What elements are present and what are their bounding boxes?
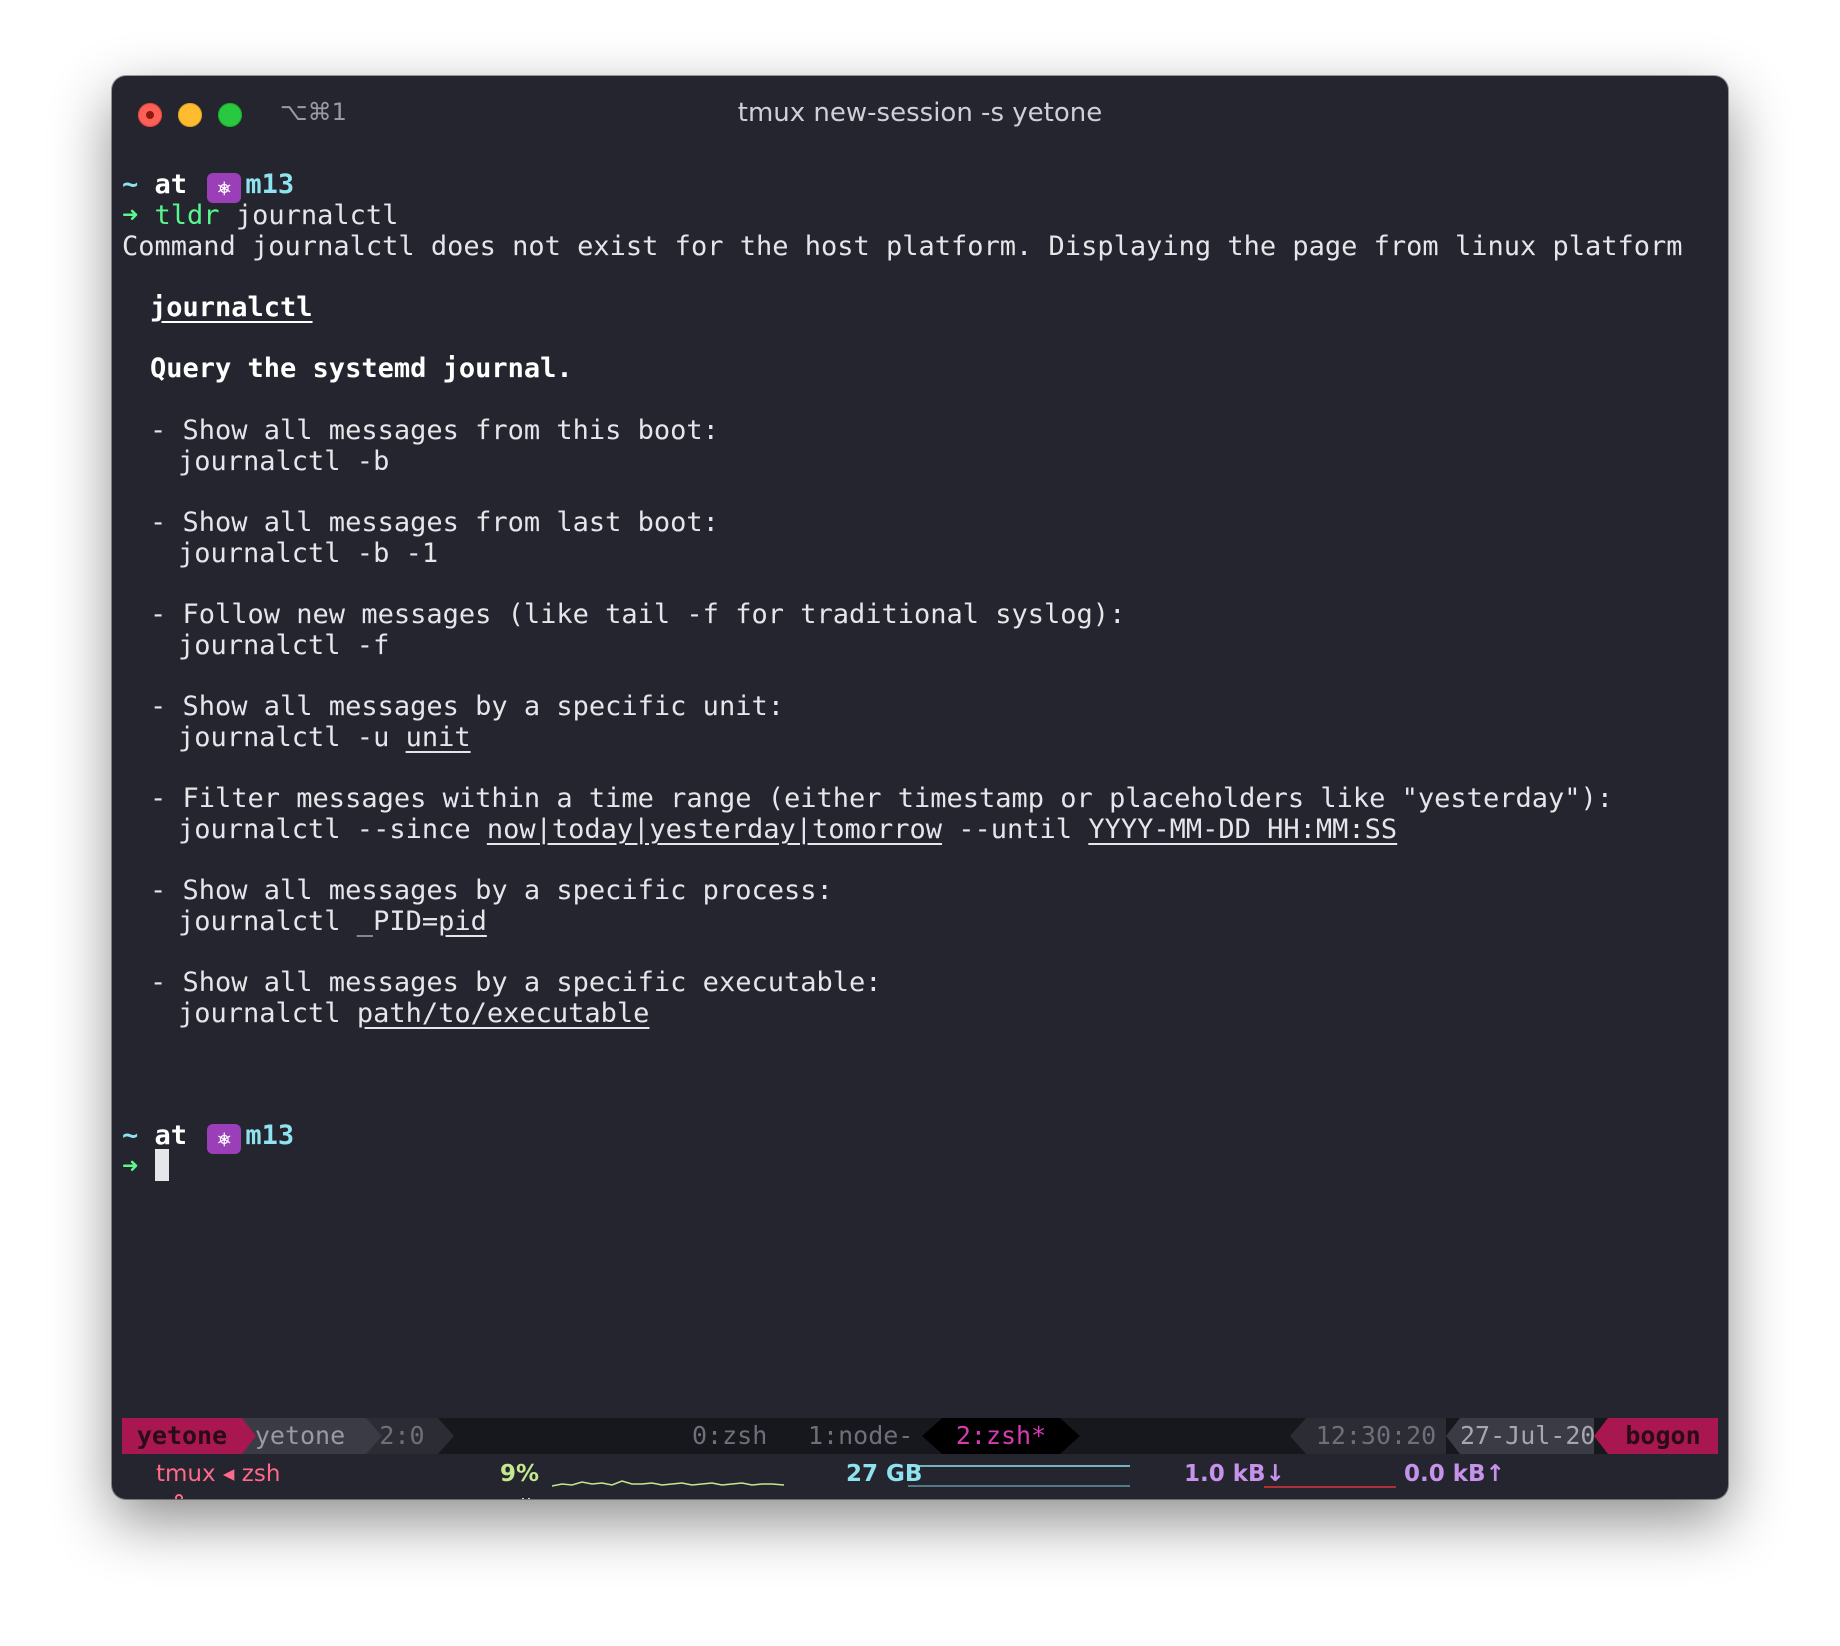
prompt-at: at	[154, 1120, 188, 1151]
network-graph	[1264, 1486, 1396, 1488]
page-description: Query the systemd journal.	[150, 353, 573, 384]
page-title: journalctl	[150, 292, 313, 323]
separator	[1290, 1418, 1306, 1454]
window-title: tmux new-session -s yetone	[737, 98, 1103, 128]
example-cmd: journalctl -f	[178, 630, 390, 661]
command-name: tldr	[154, 200, 220, 231]
prompt-at: at	[154, 169, 188, 200]
command-arg: journalctl	[235, 200, 399, 231]
placeholder-arg: now|today|yesterday|tomorrow	[486, 814, 943, 845]
separator	[1060, 1418, 1080, 1454]
tmux-process: tmux ◂ zsh	[156, 1461, 281, 1487]
placeholder-arg: path/to/executable	[356, 998, 650, 1029]
cpu-sparkline	[552, 1480, 784, 1487]
tmux-hostname: bogon	[1608, 1418, 1718, 1454]
prompt-context: m13	[245, 1120, 295, 1151]
example-cmd: journalctl -u unit	[178, 722, 471, 753]
prompt-dir: ~	[122, 1120, 139, 1151]
memory-graph	[908, 1465, 1130, 1487]
tmux-stats-bar: tmux ◂ zsh 9% 27 GB 1.0 kB↓ 0.0 kB↑	[122, 1456, 1718, 1499]
example-cmd: journalctl --since now|today|yesterday|t…	[178, 814, 1398, 845]
notice-line: Command journalctl does not exist for th…	[122, 231, 1683, 262]
example-cmd: journalctl path/to/executable	[178, 998, 650, 1029]
prompt-context: m13	[245, 169, 295, 200]
separator	[242, 1418, 256, 1454]
separator	[1446, 1418, 1460, 1454]
terminal-window: ⌥⌘1 tmux new-session -s yetone ~ at ⎈ m13…	[112, 76, 1728, 1499]
separator	[922, 1418, 942, 1454]
text-cursor	[154, 1149, 169, 1181]
cpu-usage: 9%	[500, 1461, 540, 1487]
title-bar: ⌥⌘1 tmux new-session -s yetone	[112, 76, 1728, 152]
prompt-arrow-icon: ➜	[122, 200, 139, 231]
prompt-arrow-icon: ➜	[122, 1151, 139, 1182]
prompt-dir: ~	[122, 169, 139, 200]
example-cmd: journalctl -b -1	[178, 538, 439, 569]
tmux-window-2-active[interactable]: 2:zsh*	[942, 1418, 1060, 1454]
placeholder-arg: unit	[405, 722, 471, 753]
example-cmd: journalctl _PID=pid	[178, 906, 487, 937]
network-upload: 0.0 kB↑	[1404, 1461, 1505, 1487]
example-cmd: journalctl -b	[178, 446, 390, 477]
tmux-window-0[interactable]: 0:zsh	[692, 1418, 767, 1454]
tmux-status-bar: 2:0 yetone yetone 0:zsh 1:node- 2:zsh* 1…	[122, 1418, 1718, 1454]
tmux-session-name[interactable]: yetone	[122, 1418, 242, 1454]
separator	[366, 1418, 382, 1454]
input-line[interactable]: ➜	[122, 1149, 169, 1185]
separator	[1594, 1418, 1608, 1454]
tmux-time: 12:30:20	[1306, 1418, 1446, 1454]
placeholder-arg: YYYY-MM-DD HH:MM:SS	[1088, 814, 1398, 845]
separator	[438, 1418, 454, 1454]
tmux-window-1[interactable]: 1:node-	[808, 1418, 913, 1454]
tmux-date: 27-Jul-20	[1460, 1418, 1595, 1454]
kubernetes-icon: ⎈	[207, 1124, 242, 1154]
placeholder-arg: pid	[438, 906, 487, 937]
